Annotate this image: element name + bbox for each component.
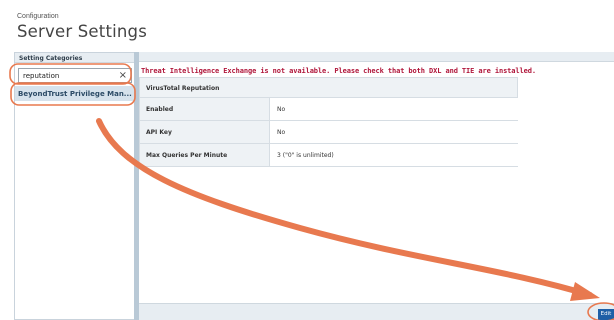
settings-table: VirusTotal Reputation Enabled No API Key… — [139, 77, 518, 167]
row-value: 3 ("0" is unlimited) — [277, 152, 334, 159]
row-label: Max Queries Per Minute — [139, 144, 270, 166]
sidebar-heading: Setting Categories — [15, 53, 135, 63]
clear-icon[interactable]: × — [119, 70, 127, 82]
page-title: Server Settings — [17, 22, 148, 41]
settings-sidebar: Setting Categories reputation × BeyondTr… — [14, 52, 136, 320]
edit-button[interactable]: Edit — [598, 309, 614, 320]
main-footer — [139, 303, 614, 320]
section-title: VirusTotal Reputation — [139, 77, 518, 98]
category-search-input[interactable]: reputation × — [18, 68, 132, 83]
breadcrumb: Configuration — [17, 13, 59, 20]
search-value: reputation — [23, 72, 60, 80]
main-panel-header — [139, 52, 614, 62]
row-label: Enabled — [139, 98, 270, 120]
arrow-head — [570, 282, 600, 301]
row-value: No — [277, 106, 286, 113]
row-value: No — [277, 129, 286, 136]
row-label: API Key — [139, 121, 270, 143]
tie-warning-message: Threat Intelligence Exchange is not avai… — [141, 67, 536, 75]
table-row: Max Queries Per Minute 3 ("0" is unlimit… — [139, 144, 518, 167]
table-row: API Key No — [139, 121, 518, 144]
table-row: Enabled No — [139, 98, 518, 121]
sidebar-item-beyondtrust[interactable]: BeyondTrust Privilege Man... — [15, 86, 135, 101]
